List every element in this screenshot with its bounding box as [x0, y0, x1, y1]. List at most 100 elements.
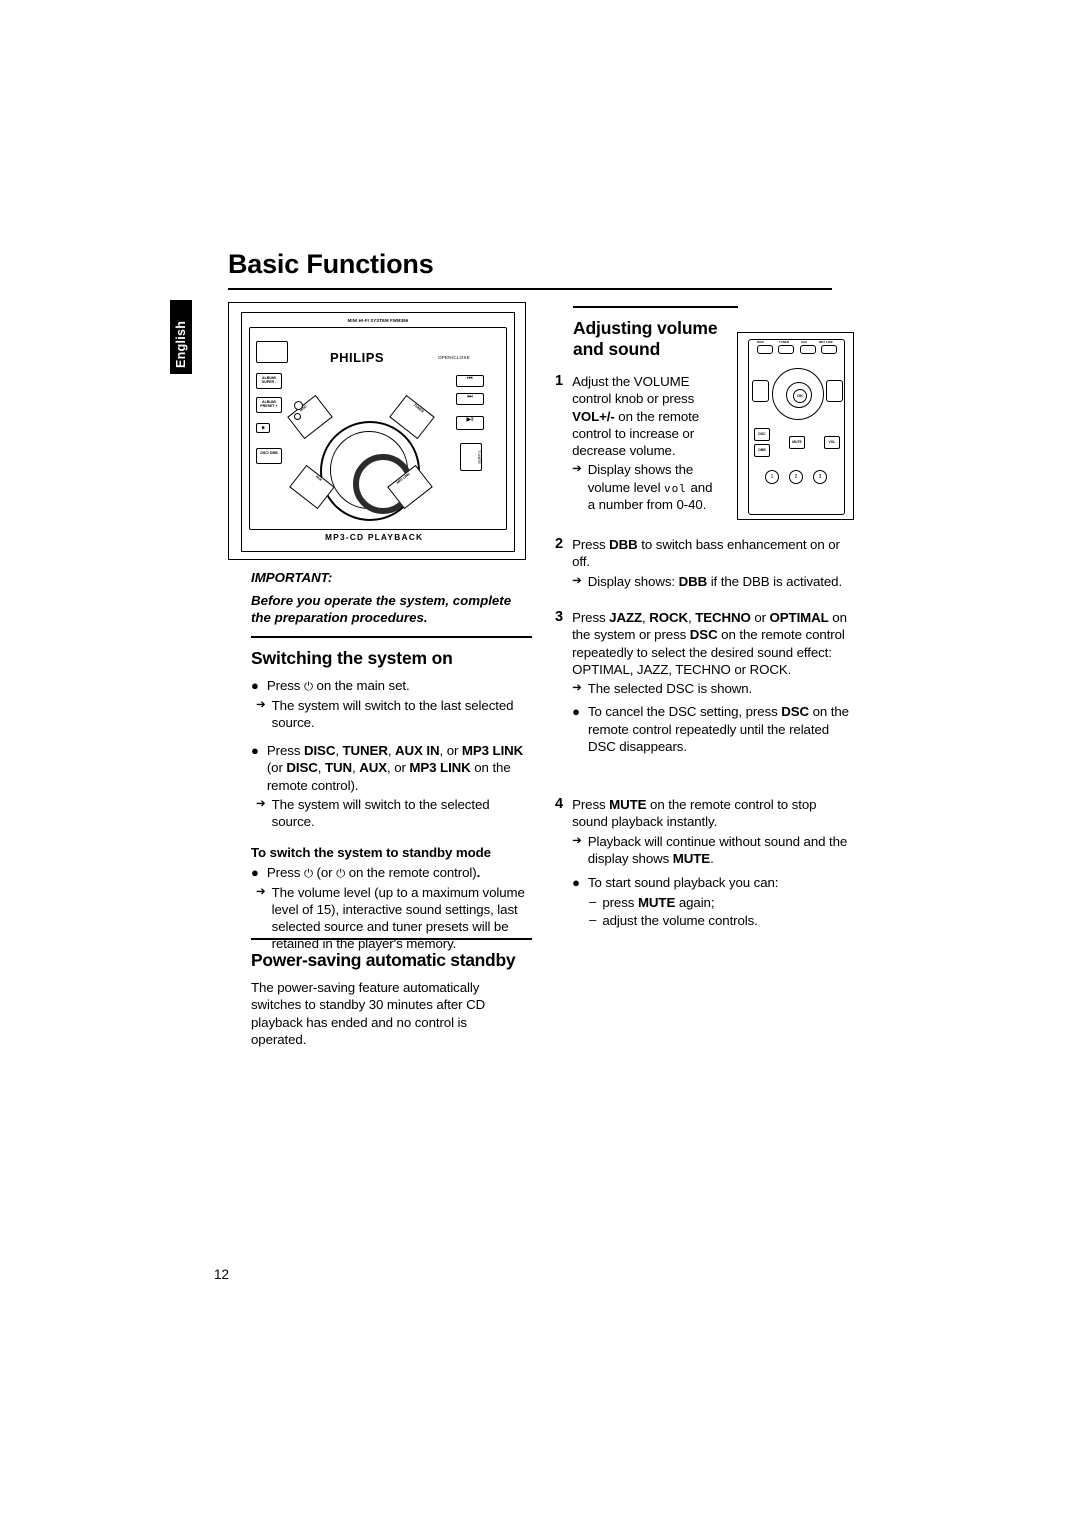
remote-navigation-pad: OK — [772, 368, 824, 420]
step-2-text: Press DBB to switch bass enhancement on … — [572, 537, 840, 570]
power-icon-remote: ⏻ — [336, 865, 346, 880]
remote-nav-inner-ring: OK — [786, 382, 812, 408]
remote-label-tuner: TUNER — [779, 340, 790, 344]
language-tab: English — [170, 300, 192, 374]
step-4-number: 4 — [555, 796, 564, 812]
device-button-album-preset-plus: ALBUM/ PRESET + — [256, 397, 282, 413]
remote-side-button-left — [752, 380, 769, 402]
remote-label-aux: AUX — [801, 340, 808, 344]
switching-body: ● Press ⏻ on the main set. ➔ The system … — [251, 677, 535, 953]
bullet-icon: ● — [251, 864, 259, 880]
device-button-tuner-side: TUNER — [460, 443, 482, 471]
dash-icon: – — [589, 912, 597, 928]
step-4-bullet: ● To start sound playback you can: — [572, 874, 849, 892]
step-4: 4 Press MUTE on the remote control to st… — [555, 796, 851, 929]
step-1: 1 Adjust the VOLUME control knob or pres… — [555, 373, 723, 513]
list-item: ➔ The system will switch to the last sel… — [256, 697, 535, 732]
result-last-source: The system will switch to the last selec… — [271, 697, 514, 730]
step-3-bullet: ● To cancel the DSC setting, press DSC o… — [572, 703, 849, 755]
vol-display-glyph: vol — [664, 481, 687, 495]
remote-key-3-label: 3 — [818, 474, 822, 480]
power-saving-heading: Power-saving automatic standby — [251, 950, 541, 971]
press-standby: Press ⏻ (or ⏻ on the remote control). — [266, 864, 481, 880]
standby-subheading: To switch the system to standby mode — [251, 844, 491, 860]
step-3-result: ➔ The selected DSC is shown. — [572, 680, 849, 697]
step-4-bullet-text: To start sound playback you can: — [587, 875, 779, 891]
device-model-label: MINI HI-FI SYSTEM FWM396 — [347, 318, 409, 323]
remote-source-buttons — [757, 345, 837, 354]
switching-heading: Switching the system on — [251, 648, 453, 668]
step-1-number: 1 — [555, 373, 564, 389]
remote-button-tuner — [778, 345, 795, 354]
album-super-minus-label: ALBUM/ SUPER - — [261, 376, 277, 385]
step-4-dash-1: – press MUTE again; — [589, 894, 849, 911]
remote-button-mute: MUTE — [789, 436, 805, 449]
step-4-result: ➔ Playback will continue without sound a… — [572, 833, 849, 868]
remote-button-disc — [757, 345, 773, 354]
list-item: ● Press ⏻ (or ⏻ on the remote control). — [251, 864, 535, 882]
device-headphone-jack — [294, 401, 303, 410]
remote-key-3: 3 — [813, 470, 827, 484]
bullet-icon: ● — [572, 704, 580, 720]
arrow-icon: ➔ — [572, 574, 582, 587]
figure-hifi-system: MINI HI-FI SYSTEM FWM396 PHILIPS OPEN/CL… — [228, 302, 526, 560]
bullet-icon: ● — [251, 678, 259, 693]
result-memory-retained: The volume level (up to a maximum volume… — [271, 884, 525, 952]
list-item: ● Press DISC, TUNER, AUX IN, or MP3 LINK… — [251, 742, 535, 794]
step-4-result-text: Playback will continue without sound and… — [587, 833, 848, 866]
power-saving-heading-bold: Power-saving — [251, 950, 362, 970]
arrow-icon: ➔ — [256, 698, 266, 711]
remote-button-vol: VOL — [824, 436, 840, 449]
step-1-result-text: Display shows the volume level vol and a… — [587, 462, 713, 512]
press-source-buttons: Press DISC, TUNER, AUX IN, or MP3 LINK (… — [266, 743, 524, 793]
remote-outline: DISC TUNER AUX MP3 LINK OK DSC DBB MUTE … — [748, 339, 845, 515]
adjusting-volume-heading-line2: and sound — [573, 338, 661, 359]
step-3: 3 Press JAZZ, ROCK, TECHNO or OPTIMAL on… — [555, 609, 851, 755]
step-2-result: ➔ Display shows: DBB if the DBB is activ… — [572, 573, 849, 590]
remote-label-mp3link: MP3 LINK — [819, 340, 833, 344]
remote-key-1-label: 1 — [770, 474, 774, 480]
device-button-play-pause: ▶‖ — [456, 416, 484, 430]
title-divider — [228, 288, 832, 290]
device-button-next: ⏭ — [456, 393, 484, 405]
step-3-result-text: The selected DSC is shown. — [587, 681, 753, 697]
device-button-dsc-dbb: DSC/ DBB — [256, 448, 282, 464]
open-close-label: OPEN/CLOSE — [438, 355, 470, 360]
figure-remote-control: DISC TUNER AUX MP3 LINK OK DSC DBB MUTE … — [737, 332, 854, 520]
remote-nav-ok-button: OK — [793, 389, 807, 403]
bullet-icon: ● — [251, 743, 259, 759]
step-3-number: 3 — [555, 609, 564, 625]
adjusting-volume-rule — [573, 306, 738, 308]
arrow-icon: ➔ — [572, 682, 582, 695]
bullet-icon: ● — [572, 875, 580, 891]
step-4-dash-1-text: press MUTE again; — [602, 894, 715, 910]
mp3-cd-playback-label: MP3-CD PLAYBACK — [325, 532, 424, 542]
step-4-dash-2: – adjust the volume controls. — [589, 912, 849, 929]
step-3-bullet-text: To cancel the DSC setting, press DSC on … — [587, 704, 849, 754]
switch-on-main-set: Press ⏻ on the main set. — [266, 678, 410, 693]
remote-side-button-right — [826, 380, 843, 402]
device-display-window — [256, 341, 288, 363]
dash-icon: – — [589, 893, 597, 909]
step-4-dash-2-text: adjust the volume controls. — [602, 913, 758, 929]
remote-button-aux — [799, 345, 816, 354]
arrow-icon: ➔ — [256, 798, 266, 811]
step-1-result: ➔ Display shows the volume level vol and… — [572, 461, 720, 513]
remote-vol-label: VOL — [828, 440, 836, 444]
remote-label-disc: DISC — [757, 340, 765, 344]
step-2-number: 2 — [555, 536, 564, 552]
power-icon: ⏻ — [303, 865, 313, 880]
device-button-stop: ■ — [256, 423, 270, 433]
remote-mute-label: MUTE — [792, 440, 802, 444]
remote-dsc-label: DSC — [758, 432, 766, 436]
arrow-icon: ➔ — [572, 463, 582, 476]
remote-key-2: 2 — [789, 470, 803, 484]
important-text: Before you operate the system, complete … — [251, 592, 512, 626]
remote-key-2-label: 2 — [794, 474, 798, 480]
section-divider-volume — [573, 306, 738, 308]
power-saving-text: The power-saving feature automatically s… — [251, 980, 486, 1047]
remote-button-dsc: DSC — [754, 428, 770, 441]
result-selected-source: The system will switch to the selected s… — [271, 797, 490, 830]
manual-page: Basic Functions English MINI HI-FI SYSTE… — [0, 0, 1080, 1528]
power-saving-rule — [251, 938, 532, 940]
